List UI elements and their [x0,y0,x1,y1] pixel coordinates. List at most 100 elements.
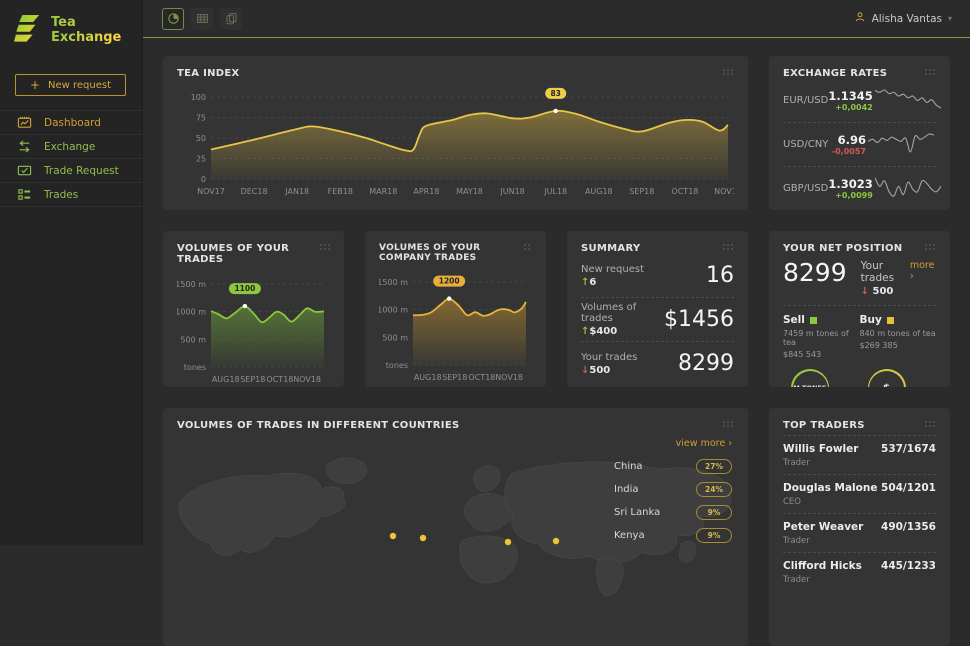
summary-value: 16 [706,263,734,288]
tea-index-chart[interactable]: 83 1007550250NOV17DEC18JAN18FEB18MAR18AP… [177,83,734,205]
copy-view-button[interactable] [220,8,242,30]
svg-text:1100: 1100 [234,284,255,293]
drag-handle-icon[interactable] [722,68,734,77]
svg-text:MAY18: MAY18 [456,187,483,196]
rate-value: 6.96 [838,133,866,147]
map-dot[interactable] [420,535,426,541]
drag-handle-icon[interactable] [319,243,330,252]
map-dot[interactable] [390,533,396,539]
svg-text:AUG18: AUG18 [212,375,240,384]
svg-text:AUG18: AUG18 [414,373,442,382]
drag-handle-icon[interactable] [722,420,734,429]
trader-row[interactable]: Willis Fowler 537/1674 Trader [783,435,936,474]
country-share-badge: 9% [696,505,732,520]
svg-text:1500 m: 1500 m [177,280,206,289]
gauge-view-button[interactable] [162,8,184,30]
svg-text:tones: tones [386,361,408,370]
drag-handle-icon[interactable] [924,68,936,77]
panel-title: VOLUMES OF YOUR TRADES [177,243,319,265]
rate-row: GBP/USD 1.3023 +0,0099 [783,167,936,210]
net-position-sub-label: Your trades [861,260,910,284]
drag-handle-icon[interactable] [523,243,532,252]
trader-row[interactable]: Clifford Hicks 445/1233 Trader [783,552,936,591]
svg-text:OCT18: OCT18 [468,373,495,382]
country-name: Sri Lanka [614,507,660,518]
svg-text:OCT18: OCT18 [266,375,293,384]
drag-handle-icon[interactable] [722,243,734,252]
svg-text:1200: 1200 [439,277,460,286]
rate-sparkline [866,131,936,159]
sidebar-nav: Dashboard Exchange Trade Request Trades [0,110,142,207]
topbar: Alisha Vantas ▾ [143,0,970,38]
table-view-button[interactable] [191,8,213,30]
chevron-down-icon: ▾ [948,14,952,23]
svg-text:0: 0 [201,175,206,184]
sell-amount: $845 543 [783,350,860,359]
sell-block: Sell 7459 m tones of tea $845 543 [783,314,860,359]
sell-color-square [810,317,817,324]
summary-label: New request [581,264,644,275]
sidebar-item-trades[interactable]: Trades [0,182,142,207]
currency-pair: USD/CNY [783,139,828,150]
svg-text:MAR18: MAR18 [369,187,397,196]
drag-handle-icon[interactable] [924,243,936,252]
svg-text:OCT18: OCT18 [671,187,698,196]
svg-text:100: 100 [191,93,206,102]
view-more-link[interactable]: view more › [614,438,732,449]
sidebar-item-exchange[interactable]: Exchange [0,134,142,158]
volumes-your-trades-chart[interactable]: 1100 1500 m1000 m500 mtonesAUG18SEP18OCT… [177,269,330,387]
dollar-button[interactable]: $ [868,369,906,387]
country-name: India [614,484,639,495]
trader-name: Peter Weaver [783,521,863,533]
country-row: China 27% [614,455,732,478]
drag-handle-icon[interactable] [924,420,936,429]
net-position-sub-change: 500 [873,286,894,297]
svg-text:FEB18: FEB18 [328,187,353,196]
trader-row[interactable]: Douglas Malone 504/1201 CEO [783,474,936,513]
svg-text:1000 m: 1000 m [379,306,408,315]
rate-row: EUR/USD 1.1345 +0,0042 [783,79,936,123]
net-position-value: 8299 [783,260,847,285]
trader-name: Willis Fowler [783,443,858,455]
summary-change: $400 [589,326,617,337]
trader-row[interactable]: Peter Weaver 490/1356 Trader [783,513,936,552]
main-area: Alisha Vantas ▾ TEA INDEX 83 1007550250N… [143,0,970,545]
svg-text:25: 25 [196,155,206,164]
svg-text:AUG18: AUG18 [585,187,613,196]
svg-text:NOV17: NOV17 [197,187,225,196]
trader-score: 490/1356 [881,521,936,533]
dashboard-icon [17,115,32,130]
m-tones-button[interactable]: M TONES [791,369,829,387]
panel-volumes-your-trades: VOLUMES OF YOUR TRADES 1100 1500 m 1000 m… [163,231,344,387]
summary-change: 6 [589,277,596,288]
rate-change: +0,0099 [835,191,873,200]
trader-score: 537/1674 [881,443,936,455]
panel-net-position: YOUR NET POSITION 8299 Your trades ↓ 500… [769,231,950,387]
svg-text:50: 50 [196,134,206,143]
rate-sparkline [873,87,943,115]
more-link[interactable]: more › [910,260,936,282]
buy-tones: 840 m tones of tea [860,329,937,338]
rate-value: 1.3023 [828,177,872,191]
new-request-button[interactable]: + New request [15,74,126,96]
sidebar: Tea Exchange + New request Dashboard Exc… [0,0,143,545]
sidebar-item-dashboard[interactable]: Dashboard [0,110,142,134]
map-dot[interactable] [553,538,559,544]
buy-label: Buy [860,314,882,326]
currency-pair: EUR/USD [783,95,828,106]
sidebar-item-trade-request[interactable]: Trade Request [0,158,142,182]
country-share-badge: 9% [696,528,732,543]
trader-role: Trader [783,458,936,468]
volumes-company-trades-chart[interactable]: 1200 1500 m1000 m500 mtonesAUG18SEP18OCT… [379,267,532,387]
summary-label: Volumes of trades [581,302,664,324]
svg-text:NOV18: NOV18 [495,373,523,382]
country-row: India 24% [614,478,732,501]
svg-text:JUN18: JUN18 [499,187,524,196]
panel-title: TEA INDEX [177,68,240,79]
map-dot[interactable] [505,539,511,545]
summary-value: $1456 [664,307,734,332]
panel-title: VOLUMES OF YOUR COMPANY TRADES [379,243,523,263]
svg-text:1000 m: 1000 m [177,308,206,317]
svg-text:1500 m: 1500 m [379,278,408,287]
user-menu[interactable]: Alisha Vantas ▾ [854,11,952,26]
